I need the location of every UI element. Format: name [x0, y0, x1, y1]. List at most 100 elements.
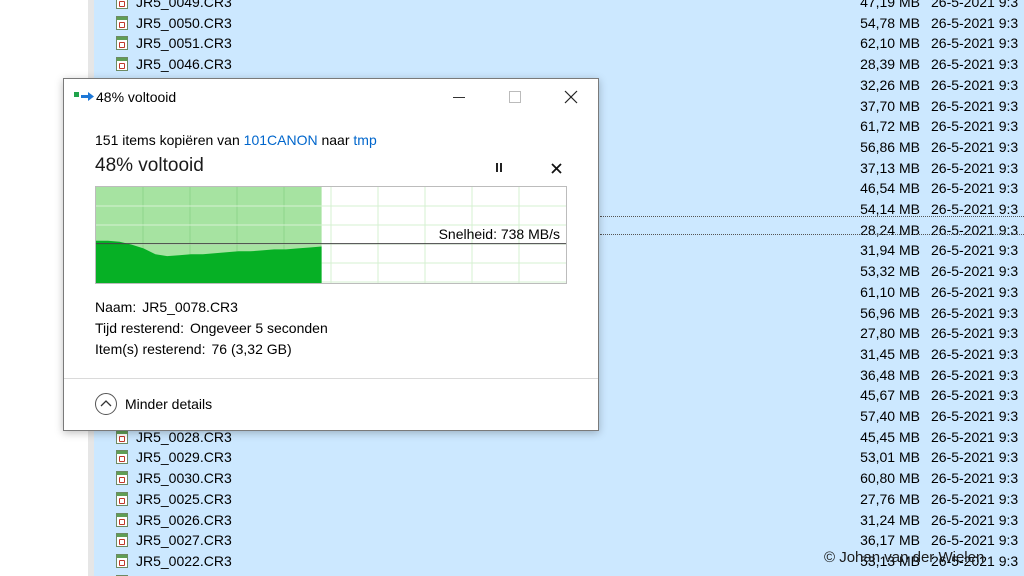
file-size: 47,19 MB — [860, 0, 920, 10]
file-date: 26-5-2021 9:3 — [931, 263, 1019, 280]
copy-progress-dialog: 48% voltooid 151 items kopiëren van 101C… — [63, 78, 599, 431]
file-size: 53,01 MB — [860, 449, 920, 466]
raw-image-file-icon — [116, 512, 128, 527]
file-size: 56,86 MB — [860, 138, 920, 155]
raw-image-file-icon — [116, 15, 128, 30]
file-size: 60,80 MB — [860, 470, 920, 487]
file-name: JR5_0027.CR3 — [136, 532, 232, 549]
file-copy-icon — [74, 92, 94, 101]
file-date: 26-5-2021 9:3 — [931, 221, 1019, 238]
toggle-details-label: Minder details — [125, 396, 213, 412]
cancel-copy-button[interactable] — [548, 160, 566, 178]
detail-name: Naam: JR5_0078.CR3 — [95, 299, 238, 315]
detail-name-label: Naam: — [95, 299, 137, 315]
file-row[interactable]: JR5_0027.CR3 36,17 MB 26-5-2021 9:3 — [94, 530, 1024, 550]
summary-prefix: 151 items kopiëren van — [95, 132, 240, 148]
raw-image-file-icon — [116, 553, 128, 568]
file-date: 26-5-2021 9:3 — [931, 56, 1019, 73]
file-date: 26-5-2021 9:3 — [931, 201, 1019, 217]
file-name: JR5_0028.CR3 — [136, 428, 232, 445]
file-date: 26-5-2021 9:3 — [931, 490, 1019, 507]
raw-image-file-icon — [116, 471, 128, 486]
file-date: 26-5-2021 9:3 — [931, 532, 1019, 549]
file-date: 26-5-2021 9:3 — [931, 428, 1019, 445]
raw-image-file-icon — [116, 533, 128, 548]
file-date: 26-5-2021 9:3 — [931, 97, 1019, 114]
detail-items-label: Item(s) resterend: — [95, 341, 206, 357]
speed-readout: Snelheid: 738 MB/s — [438, 226, 560, 242]
file-size: 36,48 MB — [860, 366, 920, 383]
file-size: 61,10 MB — [860, 283, 920, 300]
file-size: 61,72 MB — [860, 118, 920, 135]
file-date: 26-5-2021 9:3 — [931, 180, 1019, 197]
file-size: 31,45 MB — [860, 345, 920, 362]
file-date: 26-5-2021 9:3 — [931, 511, 1019, 528]
file-size: 27,80 MB — [860, 325, 920, 342]
file-size: 32,26 MB — [860, 76, 920, 93]
file-size: 31,94 MB — [860, 242, 920, 259]
maximize-button[interactable] — [492, 79, 538, 115]
file-size: 27,76 MB — [860, 490, 920, 507]
raw-image-file-icon — [116, 57, 128, 72]
file-size: 28,39 MB — [860, 56, 920, 73]
file-size: 54,14 MB — [860, 201, 920, 217]
file-date: 26-5-2021 9:3 — [931, 0, 1019, 10]
chevron-up-circle — [95, 393, 117, 415]
source-folder-link[interactable]: 101CANON — [244, 132, 318, 148]
file-date: 26-5-2021 9:3 — [931, 159, 1019, 176]
focus-outline-top — [600, 216, 1024, 217]
detail-time-label: Tijd resterend: — [95, 320, 184, 336]
file-size: 31,24 MB — [860, 511, 920, 528]
file-row[interactable]: JR5_0050.CR3 54,78 MB 26-5-2021 9:3 — [94, 13, 1024, 33]
file-row[interactable]: JR5_0051.CR3 62,10 MB 26-5-2021 9:3 — [94, 33, 1024, 53]
file-date: 26-5-2021 9:3 — [931, 118, 1019, 135]
dialog-titlebar[interactable]: 48% voltooid — [64, 79, 598, 115]
file-name: JR5_0050.CR3 — [136, 14, 232, 31]
file-size: 37,13 MB — [860, 159, 920, 176]
dialog-title: 48% voltooid — [96, 89, 177, 105]
file-size: 53,32 MB — [860, 263, 920, 280]
file-size: 54,78 MB — [860, 14, 920, 31]
file-date: 26-5-2021 9:3 — [931, 387, 1019, 404]
file-row[interactable]: JR5_0030.CR3 60,80 MB 26-5-2021 9:3 — [94, 468, 1024, 488]
focus-outline-bottom — [600, 234, 1024, 235]
raw-image-file-icon — [116, 491, 128, 506]
file-row[interactable]: JR5_0029.CR3 53,01 MB 26-5-2021 9:3 — [94, 447, 1024, 467]
file-date: 26-5-2021 9:3 — [931, 283, 1019, 300]
file-date: 26-5-2021 9:3 — [931, 242, 1019, 259]
close-icon — [551, 163, 562, 174]
file-size: 45,67 MB — [860, 387, 920, 404]
close-button[interactable] — [548, 79, 594, 115]
file-name: JR5_0026.CR3 — [136, 511, 232, 528]
file-date: 26-5-2021 9:3 — [931, 325, 1019, 342]
copy-summary: 151 items kopiëren van 101CANON naar tmp — [95, 132, 377, 148]
file-row[interactable]: JR5_0046.CR3 28,39 MB 26-5-2021 9:3 — [94, 54, 1024, 74]
progress-heading: 48% voltooid — [95, 155, 204, 176]
detail-name-value: JR5_0078.CR3 — [142, 299, 238, 315]
close-icon — [564, 90, 578, 104]
file-row[interactable]: JR5_0026.CR3 31,24 MB 26-5-2021 9:3 — [94, 510, 1024, 530]
summary-middle: naar — [321, 132, 350, 148]
file-size: 56,96 MB — [860, 304, 920, 321]
detail-time-value: Ongeveer 5 seconden — [189, 320, 328, 336]
file-size: 28,24 MB — [860, 221, 920, 238]
file-size: 57,40 MB — [860, 408, 920, 424]
file-row[interactable]: JR5_0049.CR3 47,19 MB 26-5-2021 9:3 — [94, 0, 1024, 12]
transfer-speed-graph: Snelheid: 738 MB/s — [95, 186, 567, 284]
file-row[interactable]: JR5_0025.CR3 27,76 MB 26-5-2021 9:3 — [94, 489, 1024, 509]
file-size: 37,70 MB — [860, 97, 920, 114]
minimize-button[interactable] — [436, 79, 482, 115]
file-name: JR5_0022.CR3 — [136, 552, 232, 569]
destination-folder-link[interactable]: tmp — [353, 132, 376, 148]
pause-button[interactable] — [489, 159, 509, 179]
raw-image-file-icon — [116, 450, 128, 465]
file-row[interactable]: JR5_0023.CR360,97 MB26-5-2021 9:3 — [94, 572, 1024, 576]
chevron-up-icon — [100, 400, 112, 407]
file-name: JR5_0025.CR3 — [136, 490, 232, 507]
file-size: 45,45 MB — [860, 428, 920, 445]
file-date: 26-5-2021 9:3 — [931, 408, 1019, 424]
file-size: 36,17 MB — [860, 532, 920, 549]
file-date: 26-5-2021 9:3 — [931, 470, 1019, 487]
raw-image-file-icon — [116, 36, 128, 51]
detail-items-remaining: Item(s) resterend: 76 (3,32 GB) — [95, 341, 292, 357]
